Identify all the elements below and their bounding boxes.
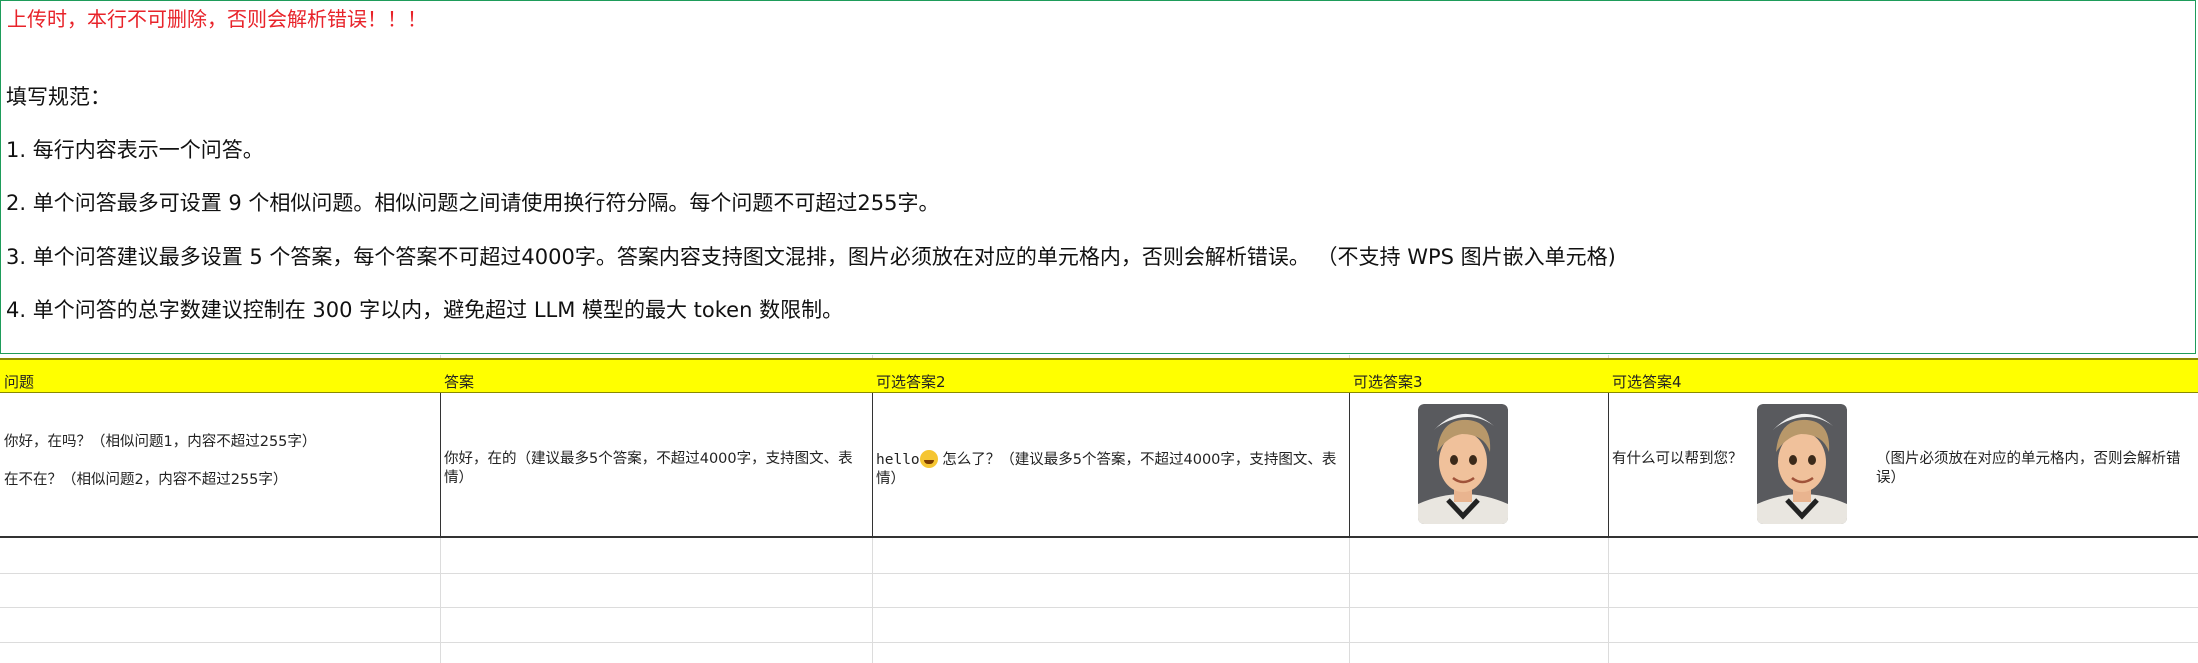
rule-2: 2. 单个问答最多可设置 9 个相似问题。相似问题之间请使用换行符分隔。每个问题… — [6, 191, 940, 215]
header-row: 问题 答案 可选答案2 可选答案3 可选答案4 — [0, 358, 2198, 393]
cell-alt-answer-2[interactable]: hello 怎么了？（建议最多5个答案，不超过4000字，支持图文、表情） — [876, 450, 1346, 489]
cell-question[interactable]: 你好，在吗？（相似问题1，内容不超过255字） 在不在？（相似问题2，内容不超过… — [4, 433, 316, 490]
cartoon-boy-image-icon[interactable] — [1757, 404, 1847, 524]
cell-answer[interactable]: 你好，在的（建议最多5个答案，不超过4000字，支持图文、表情） — [444, 450, 868, 488]
header-alt-answer-2[interactable]: 可选答案2 — [876, 371, 946, 392]
grinning-face-emoji-icon — [919, 450, 938, 468]
qa-row: 你好，在吗？（相似问题1，内容不超过255字） 在不在？（相似问题2，内容不超过… — [0, 393, 2198, 538]
similar-question-1: 你好，在吗？（相似问题1，内容不超过255字） — [4, 434, 317, 450]
notice-cell[interactable]: 上传时，本行不可删除，否则会解析错误！！！ 填写规范： 1. 每行内容表示一个问… — [0, 0, 2196, 354]
rule-3: 3. 单个问答建议最多设置 5 个答案，每个答案不可超过4000字。答案内容支持… — [6, 245, 1616, 269]
cell-alt4-note: （图片必须放在对应的单元格内，否则会解析错误） — [1876, 451, 2181, 486]
qa-sheet: 问题 答案 可选答案2 可选答案3 可选答案4 你好，在吗？（相似问题1，内容不… — [0, 355, 2198, 663]
rules-title: 填写规范： — [6, 85, 111, 109]
alt2-text: 怎么了？（建议最多5个答案，不超过4000字，支持图文、表情） — [876, 452, 1337, 487]
rule-1: 1. 每行内容表示一个问答。 — [6, 138, 264, 162]
alt2-prefix: hello — [876, 452, 920, 468]
rule-4: 4. 单个问答的总字数建议控制在 300 字以内，避免超过 LLM 模型的最大 … — [6, 298, 844, 322]
header-alt-answer-4[interactable]: 可选答案4 — [1612, 371, 1682, 392]
header-alt-answer-3[interactable]: 可选答案3 — [1353, 371, 1423, 392]
similar-question-2: 在不在？（相似问题2，内容不超过255字） — [4, 472, 288, 488]
cell-alt4-text[interactable]: 有什么可以帮到您？ — [1612, 450, 1743, 469]
header-question[interactable]: 问题 — [4, 371, 34, 392]
upload-warning: 上传时，本行不可删除，否则会解析错误！！！ — [7, 7, 427, 31]
header-answer[interactable]: 答案 — [444, 371, 474, 392]
cartoon-boy-image-icon[interactable] — [1418, 404, 1508, 524]
